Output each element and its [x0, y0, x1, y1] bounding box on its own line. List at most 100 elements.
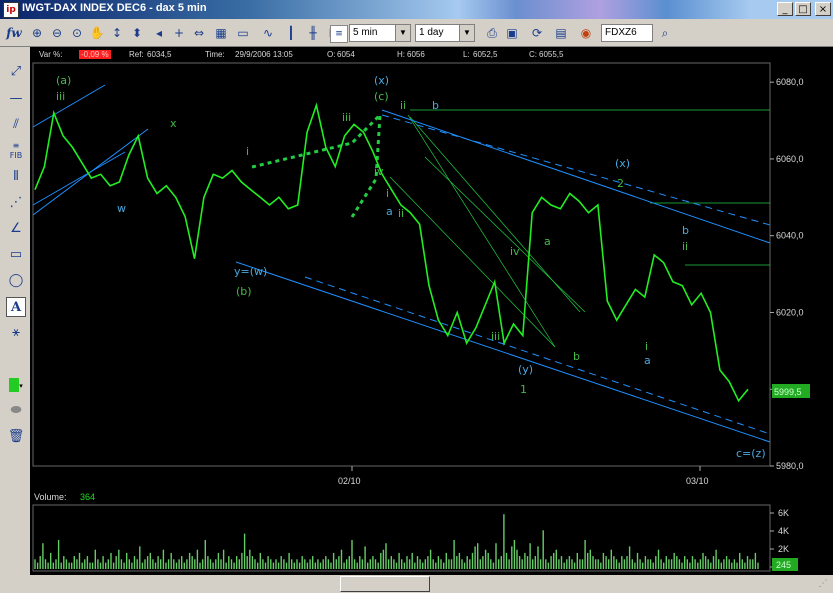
price-chart[interactable]: 6080,06060,06040,06020,06000,05980,0 02/… — [30, 47, 833, 487]
ellipse-icon[interactable]: ◯ — [6, 271, 26, 291]
y-tick-label: 6060,0 — [776, 154, 804, 164]
scrollbar-thumb[interactable] — [340, 576, 430, 592]
vertical-zoom-icon[interactable]: ↕ — [107, 23, 127, 43]
minimize-button[interactable]: _ — [777, 2, 793, 16]
y-tick-label: 6040,0 — [776, 231, 804, 241]
close-button[interactable]: × — [815, 2, 831, 16]
wave-label: b — [682, 224, 689, 237]
price-x-axis: 02/10 03/10 — [338, 466, 709, 486]
chevron-down-icon[interactable]: ▼ — [395, 25, 410, 41]
wave-label: a — [386, 205, 393, 218]
wave-label: (y) — [518, 363, 533, 376]
search-icon[interactable]: ⌕ — [655, 23, 675, 43]
candlestick-icon[interactable]: ┃ — [281, 23, 301, 43]
last-price-value: 5999,5 — [774, 387, 802, 397]
maximize-button[interactable]: □ — [795, 2, 811, 16]
trendline-icon[interactable]: ⤢ — [6, 62, 26, 82]
wave-label: iii — [342, 111, 351, 124]
volume-tick-label: 6K — [778, 508, 789, 518]
last-price-marker: 5999,5 — [772, 384, 810, 398]
target-icon[interactable]: ◉ — [576, 23, 596, 43]
wave-label: i — [246, 145, 249, 158]
wave-label: x — [170, 117, 177, 130]
window-title: IWGT-DAX INDEX DEC6 - dax 5 min — [22, 2, 207, 14]
range-value: 1 day — [419, 27, 444, 38]
angle-icon[interactable]: ∠ — [6, 219, 26, 239]
range-select[interactable]: 1 day ▼ — [415, 24, 475, 42]
wave-label: (x) — [374, 74, 389, 87]
rectangle-icon[interactable]: ▭ — [6, 245, 26, 265]
wave-label: iv — [510, 245, 520, 258]
price-y-axis: 6080,06060,06040,06020,06000,05980,0 — [770, 77, 804, 471]
wave-label: c=(z) — [736, 447, 766, 460]
wave-label: (b) — [236, 285, 252, 298]
fan-lines-icon[interactable]: ⋰ — [6, 193, 26, 213]
wave-label: ii — [400, 99, 406, 112]
line-chart-icon[interactable]: ∿ — [258, 23, 278, 43]
horizontal-scrollbar[interactable]: ⋰ — [30, 575, 833, 593]
refresh-icon[interactable]: ⟳ — [527, 23, 547, 43]
zoom-in-icon[interactable]: ⊕ — [27, 23, 47, 43]
wave-label: w — [117, 202, 126, 215]
zoom-out-icon[interactable]: ⊖ — [47, 23, 67, 43]
volume-tick-label: 4K — [778, 526, 789, 536]
blank-chart-icon[interactable]: ▭ — [233, 23, 253, 43]
volume-tick-label: 2K — [778, 544, 789, 554]
wave-label: ii — [398, 207, 404, 220]
wave-label: y=(w) — [234, 265, 267, 278]
y-tick-label: 5980,0 — [776, 461, 804, 471]
x-tick-label: 03/10 — [686, 476, 709, 486]
app-icon[interactable]: ip — [3, 2, 19, 18]
wave-label: (a) — [56, 74, 71, 87]
cycle-lines-icon[interactable]: ⦀ — [6, 167, 26, 187]
horizontal-line-icon[interactable]: — — [6, 89, 26, 109]
wave-label: b — [573, 350, 580, 363]
print-icon[interactable]: ⎙ — [482, 23, 502, 43]
eraser-icon[interactable]: ⬬ — [6, 401, 26, 421]
wave-label: a — [544, 235, 551, 248]
volume-chart[interactable]: Volume: 364 6K4K2K0K 245 — [30, 487, 833, 575]
grid-icon[interactable]: ▦ — [211, 23, 231, 43]
last-volume-value: 245 — [776, 560, 791, 570]
chevron-down-icon[interactable]: ▼ — [459, 25, 474, 41]
wave-label: (c) — [374, 90, 389, 103]
trash-icon[interactable]: 🗑 — [6, 427, 26, 447]
symbol-value: FDXZ6 — [605, 27, 637, 38]
drawing-toolbar: ⤢ — ⫽ ≡ FIB ⦀ ⋰ ∠ ▭ ◯ A ⚹ ▾ ⬬ 🗑 — [0, 47, 30, 593]
wave-label: 1 — [520, 383, 527, 396]
volume-value: 364 — [80, 492, 95, 502]
symbol-input[interactable]: FDXZ6 — [601, 24, 653, 42]
pan-left-icon[interactable]: ◂ — [149, 23, 169, 43]
title-bar: ip IWGT-DAX INDEX DEC6 - dax 5 min _ □ × — [0, 0, 833, 19]
y-tick-label: 6080,0 — [776, 77, 804, 87]
fibonacci-icon[interactable]: ≡ FIB — [6, 141, 26, 161]
wave-label: iv — [374, 165, 384, 178]
fit-icon[interactable]: ⬍ — [127, 23, 147, 43]
wave-label: 2 — [617, 177, 624, 190]
resize-grip-icon[interactable]: ⋰ — [815, 576, 831, 592]
x-tick-label: 02/10 — [338, 476, 361, 486]
wave-label: (x) — [615, 157, 630, 170]
crosshair-icon[interactable]: + — [169, 23, 189, 43]
list-icon[interactable]: ≡ — [330, 25, 348, 43]
bar-chart-icon[interactable]: ╫ — [303, 23, 323, 43]
wave-label: iii — [491, 330, 500, 343]
pattern-icon[interactable]: ⚹ — [6, 323, 26, 343]
volume-label: Volume: — [34, 492, 67, 502]
channel-icon[interactable]: ⫽ — [6, 115, 26, 135]
toolbar: fw ⊕ ⊖ ⊙ ✋ ↕ ⬍ ◂ + ⇔ ▦ ▭ ∿ ┃ ╫ ⊢ ≡ 5 min… — [0, 20, 833, 47]
color-picker-icon[interactable]: ▾ — [6, 375, 26, 395]
zoom-reset-icon[interactable]: ⊙ — [67, 23, 87, 43]
wave-label: iii — [56, 90, 65, 103]
calculator-icon[interactable]: ▤ — [551, 23, 571, 43]
hand-zoom-icon[interactable]: ✋ — [87, 23, 107, 43]
interval-select[interactable]: 5 min ▼ — [349, 24, 411, 42]
text-tool-icon[interactable]: A — [6, 297, 26, 317]
wave-label: b — [432, 99, 439, 112]
fw-icon[interactable]: fw — [4, 23, 24, 43]
interval-value: 5 min — [353, 27, 378, 38]
save-icon[interactable]: ▣ — [502, 23, 522, 43]
wave-label: a — [644, 354, 651, 367]
price-plot-frame — [32, 62, 771, 467]
price-scale-icon[interactable]: ⇔ — [189, 23, 209, 43]
